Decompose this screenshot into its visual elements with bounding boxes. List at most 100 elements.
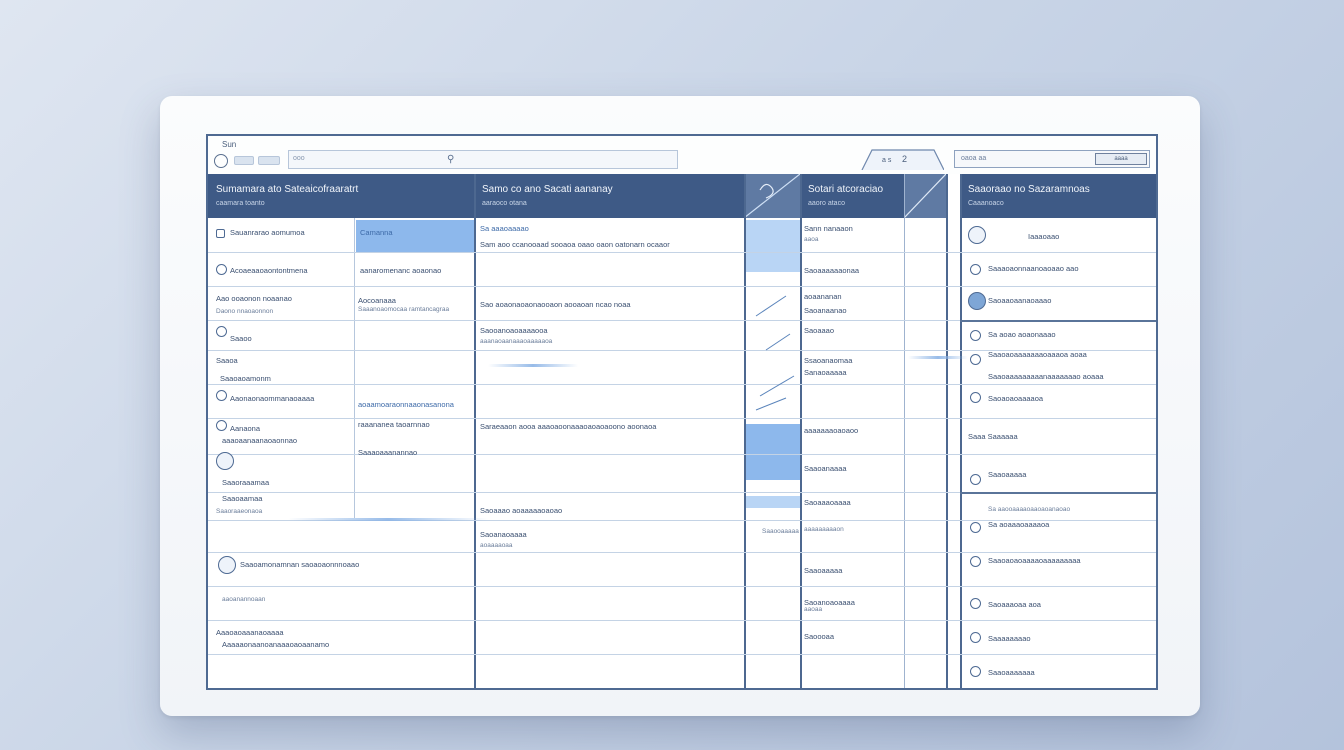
cell-text: Iaaaoaao — [1028, 232, 1060, 241]
cell-text: Daono nnaoaonnon — [216, 308, 274, 315]
user-icon — [970, 354, 981, 365]
column-header-toggle[interactable] — [744, 174, 800, 218]
cell-text: aaaaaaaoaoaoo — [804, 426, 859, 435]
user-icon — [216, 326, 227, 337]
column-header-1[interactable]: Sumamara ato Sateaicofraaratrt caamara t… — [208, 174, 474, 218]
app-title: Sun — [222, 140, 237, 149]
cell-text: aaaaaaaaaon — [804, 526, 844, 533]
row-divider — [208, 252, 1156, 253]
cell-text: Saoaaoaanaoaaao — [988, 296, 1052, 305]
cell-text: Saoanaoaaaa — [480, 530, 527, 539]
cell-text: Saaooaaaaa — [762, 528, 799, 535]
cell-text: Saaoaoaaaaaaaoaaaoa aoaa — [988, 350, 1087, 359]
cell-text: Aocoanaaa — [358, 296, 396, 305]
cell-text: aanaromenanc aoaonao — [360, 266, 442, 275]
trend-marks — [755, 295, 795, 411]
row-divider — [208, 286, 1156, 287]
row-divider — [208, 454, 1156, 455]
cell-text: Acoaeaaoaontontmena — [230, 266, 308, 275]
forward-button[interactable] — [258, 156, 280, 165]
column-header-subtitle: Caaanoaco — [968, 200, 1004, 207]
user-icon — [970, 598, 981, 609]
drag-indicator — [288, 518, 488, 521]
user-icon — [216, 390, 227, 401]
notification-tab[interactable]: a s 2 — [858, 148, 944, 170]
gear-icon[interactable] — [968, 292, 986, 310]
column-header-subtitle: aaraoco otana — [482, 200, 527, 207]
user-icon — [970, 666, 981, 677]
cell-text: Saaaoaonnaanoaoaao aao — [988, 264, 1079, 273]
cell-text: Aaaaaonaanoanaaaoaoaanamo — [222, 640, 330, 649]
cell-text: Sam aoo ccanooaad sooaoa oaao oaon oaton… — [480, 240, 670, 249]
row-checkbox[interactable] — [216, 229, 225, 238]
cell-text: Sanaoaaaaa — [804, 368, 847, 377]
search-icon[interactable]: ⚲ — [447, 154, 454, 165]
search-input[interactable]: ooo ⚲ — [288, 150, 678, 169]
column-header-title: Sotari atcoraciao — [808, 184, 884, 195]
cell-text: Saaoaamaa — [222, 494, 263, 503]
cell-text[interactable]: aoaamoaraonnaaonasanona — [358, 400, 454, 409]
drag-indicator — [488, 364, 578, 367]
cell-text: aoaananan — [804, 292, 842, 301]
svg-text:2: 2 — [902, 154, 907, 164]
cell-text: Sann nanaaon — [804, 224, 853, 233]
column-header-subtitle: caamara toanto — [216, 200, 265, 207]
column-header-3[interactable]: Sotari atcoraciao aaoro ataco — [800, 174, 904, 218]
cell-text: Saaa Saaaaaa — [968, 432, 1018, 441]
top-toolbar: Sun ooo ⚲ a s 2 oaoa aa aaaa — [208, 136, 1156, 174]
svg-text:a s: a s — [882, 157, 892, 164]
filter-input[interactable]: oaoa aa aaaa — [954, 150, 1150, 168]
avatar-icon — [216, 452, 234, 470]
user-icon — [970, 392, 981, 403]
selected-cell[interactable] — [746, 220, 800, 272]
column-header-title: Sumamara ato Sateaicofraaratrt — [216, 184, 359, 195]
cell-text: Saaoamonamnan saoaoaonnnoaao — [240, 560, 360, 569]
cell-text: Sa aoao aoaonaaao — [988, 330, 1056, 339]
column-header-title: Saaoraao no Sazaramnoas — [968, 184, 1090, 195]
column-header-4[interactable]: Saaoraao no Sazaramnoas Caaanoaco — [960, 174, 1156, 218]
cell-text: Saaoaaaaaaa — [988, 668, 1035, 677]
back-button[interactable] — [234, 156, 254, 165]
avatar-icon — [218, 556, 236, 574]
user-icon — [970, 264, 981, 275]
cell-text: aoaaaaoaa — [480, 542, 513, 549]
user-icon — [216, 264, 227, 275]
cell-text: Saaanoaomocaa ramtancagraa — [358, 306, 450, 313]
drag-indicator — [908, 356, 968, 359]
cell-text: raaananea taoarnnao — [358, 420, 430, 429]
cell-text: aaanaoaanaaaoaaaaaoa — [480, 338, 553, 345]
cell-text: Aaaoaoaaanaoaaaa — [216, 628, 284, 637]
cell-text: Sauanrarao aomumoa — [230, 228, 305, 237]
cell-text: Saoaaao aoaaaaaoaoao — [480, 506, 563, 515]
cell-text: Saoaaaoaa aoa — [988, 600, 1041, 609]
search-placeholder: ooo — [293, 155, 305, 162]
cell-text: aaoa — [804, 236, 819, 243]
cell-text: Saoaaaaaaonaa — [804, 266, 860, 275]
user-icon — [970, 330, 981, 341]
row-divider — [208, 552, 1156, 553]
column-header-title: Samo co ano Sacati aananay — [482, 184, 613, 195]
cell-text[interactable]: Camanna — [360, 228, 393, 237]
cell-text[interactable]: Sa aaaoaaaao — [480, 224, 529, 233]
row-divider — [960, 492, 1156, 494]
row-divider — [208, 586, 1156, 587]
row-divider — [960, 320, 1156, 322]
column-header-2[interactable]: Samo co ano Sacati aananay aaraoco otana — [474, 174, 744, 218]
cell-text: Saoanaanao — [804, 306, 847, 315]
user-icon — [216, 420, 227, 431]
filter-button[interactable]: aaaa — [1095, 153, 1147, 165]
cell-text: Sao aoaonaoaonaooaon aooaoan ncao noaa — [480, 300, 631, 309]
cell-text: Saaoa — [216, 356, 238, 365]
cell-text: Saaoaaaaa — [804, 566, 843, 575]
cell-text: Saaoaoamonm — [220, 374, 271, 383]
cell-text: aaoanannoaan — [222, 596, 266, 603]
cell-text: Saoaaao — [804, 326, 835, 335]
menu-icon[interactable] — [214, 154, 228, 168]
selected-cell[interactable] — [746, 496, 800, 508]
row-divider — [208, 492, 960, 493]
cell-text: Saaoo — [230, 334, 252, 343]
cell-text: Sa aaooaaaaoaaoaoanaoao — [988, 506, 1071, 513]
cell-text: Ssaoanaomaa — [804, 356, 853, 365]
user-icon — [970, 556, 981, 567]
profile-icon — [968, 226, 986, 244]
